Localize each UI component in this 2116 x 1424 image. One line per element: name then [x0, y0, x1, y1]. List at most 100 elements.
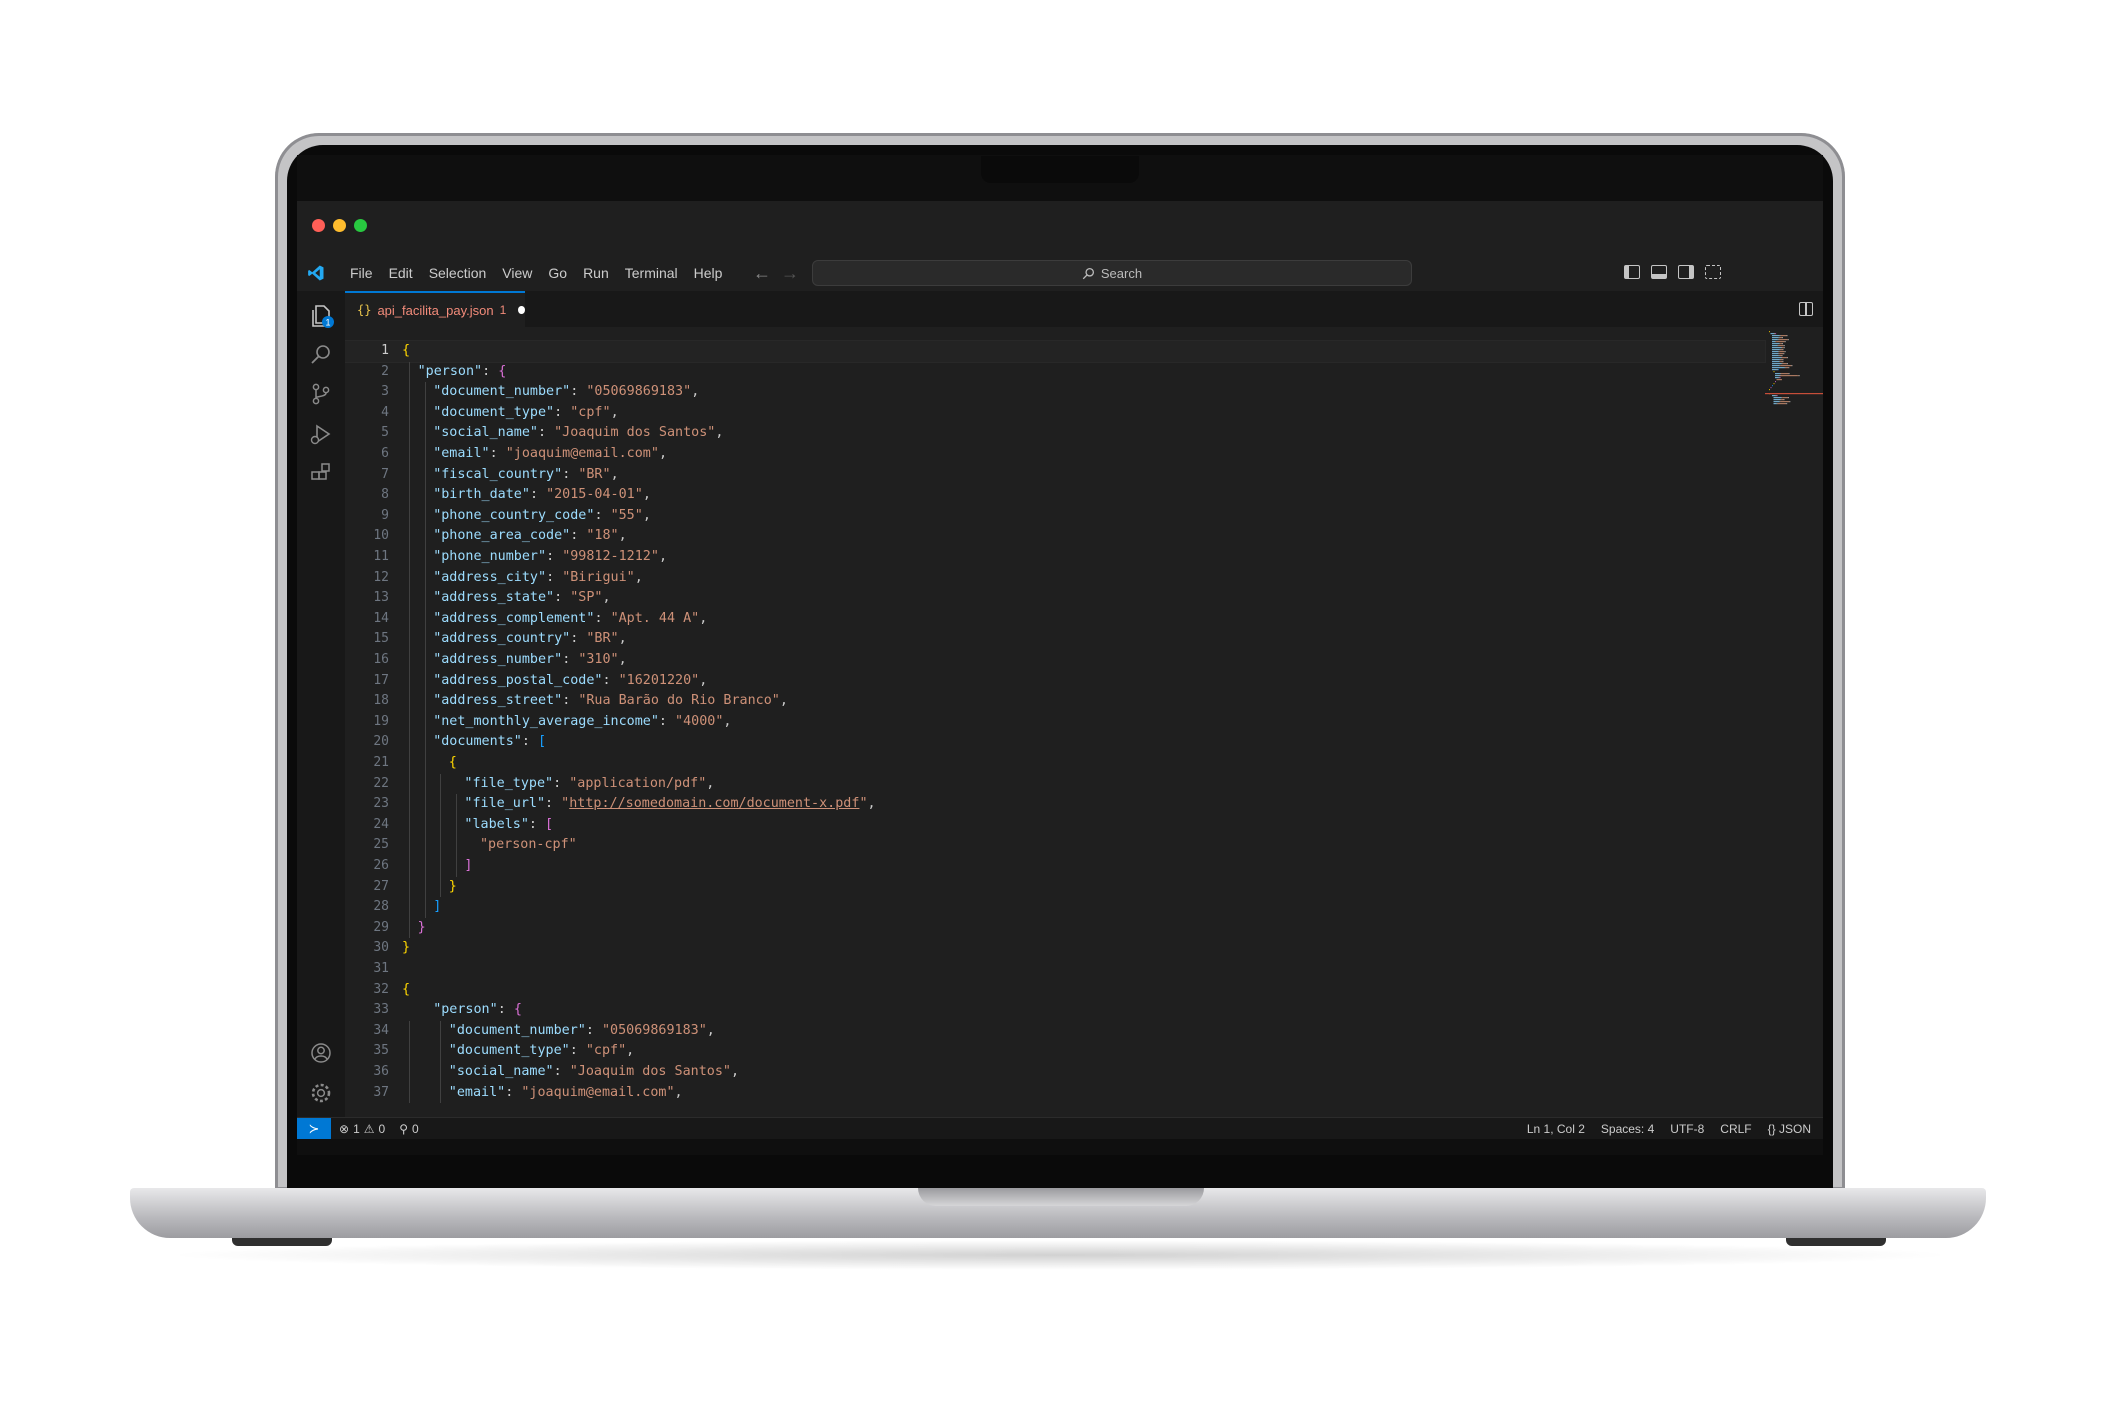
- errors-icon[interactable]: ⊗: [339, 1122, 349, 1136]
- tab-api-facilita-pay-json[interactable]: {} api_facilita_pay.json 1: [345, 291, 525, 327]
- command-center-search[interactable]: Search: [812, 260, 1412, 286]
- code-token: ,: [723, 713, 732, 729]
- indentation[interactable]: Spaces: 4: [1601, 1122, 1654, 1136]
- code-line[interactable]: 33 "person": {: [345, 1000, 1765, 1021]
- code-line[interactable]: 15 "address_country": "BR",: [345, 629, 1765, 650]
- source-control-icon[interactable]: [307, 380, 335, 408]
- code-line[interactable]: 8 "birth_date": "2015-04-01",: [345, 485, 1765, 506]
- code-line[interactable]: 24 "labels": [: [345, 815, 1765, 836]
- code-line[interactable]: 36 "social_name": "Joaquim dos Santos",: [345, 1062, 1765, 1083]
- menu-selection[interactable]: Selection: [421, 265, 495, 281]
- search-view-icon[interactable]: [307, 341, 335, 369]
- extensions-icon[interactable]: [307, 459, 335, 487]
- minimap-mark: [1772, 355, 1779, 357]
- code-token: "BR": [578, 466, 611, 482]
- minimap-mark: [1786, 357, 1788, 359]
- forward-arrow-icon[interactable]: →: [781, 263, 799, 284]
- errors-count[interactable]: 1: [353, 1122, 360, 1136]
- minimap[interactable]: [1765, 327, 1823, 1117]
- file-encoding[interactable]: UTF-8: [1670, 1122, 1704, 1136]
- code-line[interactable]: 31: [345, 959, 1765, 980]
- menu-go[interactable]: Go: [540, 265, 575, 281]
- line-number: 27: [373, 878, 389, 894]
- menu-view[interactable]: View: [494, 265, 540, 281]
- code-line[interactable]: 37 "email": "joaquim@email.com",: [345, 1083, 1765, 1104]
- code-line[interactable]: 12 "address_city": "Birigui",: [345, 568, 1765, 589]
- unsaved-dot-icon[interactable]: [518, 306, 525, 314]
- ports-icon[interactable]: ⚲: [399, 1122, 408, 1136]
- code-line[interactable]: 5 "social_name": "Joaquim dos Santos",: [345, 423, 1765, 444]
- ports-count[interactable]: 0: [412, 1122, 419, 1136]
- minimap-mark: [1779, 365, 1781, 367]
- line-code: ]: [433, 897, 441, 918]
- code-line[interactable]: 17 "address_postal_code": "16201220",: [345, 671, 1765, 692]
- code-line[interactable]: 16 "address_number": "310",: [345, 650, 1765, 671]
- minimap-mark: [1776, 341, 1785, 343]
- code-line[interactable]: 19 "net_monthly_average_income": "4000",: [345, 712, 1765, 733]
- code-line[interactable]: 14 "address_complement": "Apt. 44 A",: [345, 609, 1765, 630]
- code-line[interactable]: 3 "document_number": "05069869183",: [345, 382, 1765, 403]
- minimap-mark: [1779, 359, 1781, 361]
- code-line[interactable]: 26]: [345, 856, 1765, 877]
- code-line[interactable]: 27}: [345, 877, 1765, 898]
- minimize-window-button[interactable]: [333, 219, 346, 232]
- menu-terminal[interactable]: Terminal: [617, 265, 686, 281]
- code-editor[interactable]: 1{2 "person": {3 "document_number": "05069…: [345, 327, 1823, 1117]
- minimap-mark: [1779, 377, 1781, 379]
- code-line[interactable]: 2 "person": {: [345, 362, 1765, 383]
- code-token: {: [448, 755, 457, 770]
- run-and-debug-icon[interactable]: [307, 420, 335, 448]
- code-line[interactable]: 11 "phone_number": "99812-1212",: [345, 547, 1765, 568]
- code-line[interactable]: 21 {: [345, 753, 1765, 774]
- menu-help[interactable]: Help: [686, 265, 731, 281]
- code-line[interactable]: 22 "file_type": "application/pdf",: [345, 774, 1765, 795]
- close-window-button[interactable]: [312, 219, 325, 232]
- menu-file[interactable]: File: [342, 265, 381, 281]
- line-number: 5: [381, 425, 389, 441]
- toggle-secondary-sidebar-icon[interactable]: [1678, 265, 1694, 279]
- language-mode[interactable]: {} JSON: [1768, 1122, 1811, 1136]
- code-line[interactable]: 10 "phone_area_code": "18",: [345, 526, 1765, 547]
- warnings-icon[interactable]: ⚠: [364, 1122, 375, 1136]
- toggle-primary-sidebar-icon[interactable]: [1624, 265, 1640, 279]
- code-line[interactable]: 18 "address_street": "Rua Barão do Rio Br…: [345, 691, 1765, 712]
- code-line[interactable]: 6 "email": "joaquim@email.com",: [345, 444, 1765, 465]
- toggle-panel-icon[interactable]: [1651, 265, 1667, 279]
- line-number: 16: [373, 652, 389, 667]
- split-editor-icon[interactable]: [1799, 302, 1813, 316]
- editor-tab-bar: {} api_facilita_pay.json 1: [345, 291, 1823, 328]
- explorer-icon[interactable]: 1: [307, 301, 335, 329]
- end-of-line[interactable]: CRLF: [1720, 1122, 1751, 1136]
- code-line[interactable]: 25 "person-cpf": [345, 835, 1765, 856]
- manage-gear-icon[interactable]: [307, 1079, 335, 1107]
- back-arrow-icon[interactable]: ←: [753, 263, 771, 284]
- code-line[interactable]: 20 "documents": [: [345, 732, 1765, 753]
- cursor-position[interactable]: Ln 1, Col 2: [1527, 1122, 1585, 1136]
- code-line[interactable]: 4 "document_type": "cpf",: [345, 403, 1765, 424]
- remote-indicator[interactable]: ≻: [297, 1118, 331, 1140]
- code-line[interactable]: 28]: [345, 897, 1765, 918]
- code-line[interactable]: 34 "document_number": "05069869183",: [345, 1021, 1765, 1042]
- code-line[interactable]: 29}: [345, 918, 1765, 939]
- maximize-window-button[interactable]: [354, 219, 367, 232]
- code-line[interactable]: 23 "file_url": "http://somedomain.com/doc…: [345, 794, 1765, 815]
- minimap-mark: [1775, 333, 1777, 335]
- url-link[interactable]: http://somedomain.com/document-x.pdf: [569, 796, 859, 811]
- warnings-count[interactable]: 0: [379, 1122, 386, 1136]
- code-line[interactable]: 32 {: [345, 980, 1765, 1001]
- menu-run[interactable]: Run: [575, 265, 617, 281]
- code-line[interactable]: 13 "address_state": "SP",: [345, 588, 1765, 609]
- customize-layout-icon[interactable]: [1705, 265, 1721, 279]
- line-code: "address_postal_code": "16201220",: [433, 671, 707, 692]
- laptop-opening-groove: [918, 1188, 1204, 1206]
- code-token: :: [554, 404, 571, 420]
- menu-edit[interactable]: Edit: [381, 265, 421, 281]
- minimap-mark: [1777, 403, 1787, 405]
- code-line[interactable]: 1{: [345, 340, 1766, 363]
- code-line[interactable]: 35 "document_type": "cpf",: [345, 1041, 1765, 1062]
- code-line[interactable]: 9 "phone_country_code": "55",: [345, 506, 1765, 527]
- code-line[interactable]: 30}: [345, 938, 1765, 959]
- minimap-mark: [1778, 353, 1780, 355]
- accounts-icon[interactable]: [307, 1039, 335, 1067]
- code-line[interactable]: 7 "fiscal_country": "BR",: [345, 465, 1765, 486]
